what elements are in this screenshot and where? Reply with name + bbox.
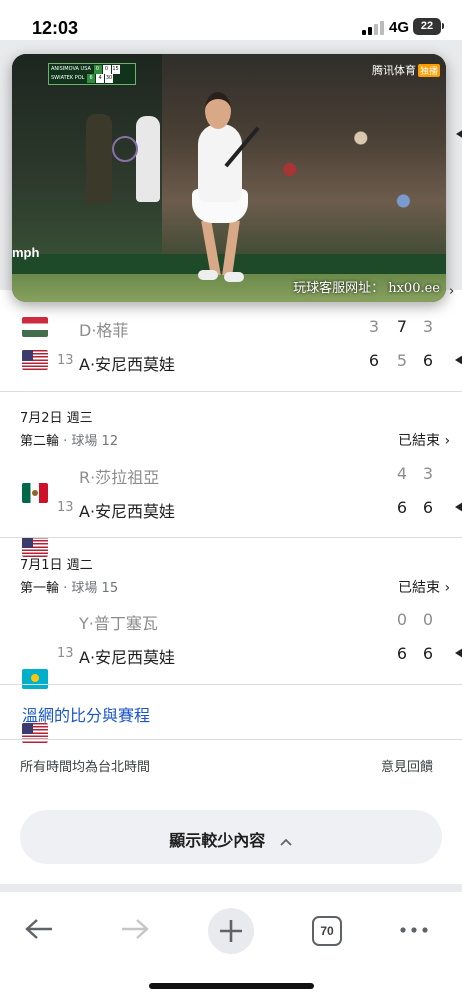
network-type: 4G (389, 19, 410, 36)
player-name: A·安尼西莫娃 (79, 502, 176, 521)
set-score: 6 (422, 498, 434, 517)
match-date: 7月2日 週三 (20, 411, 93, 426)
scoreboard-player: ANISIMOVA USA (51, 66, 91, 72)
match-status-link[interactable]: 已結束 › (398, 430, 450, 450)
set-score: 6 (396, 644, 408, 663)
match-date: 7月1日 週二 (20, 558, 93, 573)
broadcaster-logo: 腾讯体育 独播 (372, 62, 440, 78)
set-score: 0 (396, 610, 408, 629)
arrow-left-icon[interactable] (24, 917, 54, 941)
set-score: 6 (368, 351, 380, 370)
winner-marker-icon (455, 648, 462, 658)
divider (0, 391, 462, 392)
player-seed: 13 (57, 353, 74, 368)
player-name: D·格菲 (79, 321, 129, 340)
show-less-text: 顯示較少內容 (169, 831, 266, 850)
flag-kazakhstan-icon (22, 669, 48, 689)
arrow-right-icon[interactable] (120, 917, 150, 941)
divider (0, 537, 462, 538)
flag-usa-icon (22, 350, 48, 370)
video-line-judge (86, 114, 112, 204)
video-player-shoe (198, 270, 218, 280)
set-score: 3 (422, 464, 434, 483)
court-name: · 球場 15 (63, 581, 119, 596)
court-name: · 球場 12 (63, 434, 119, 449)
set-score: 0 (422, 610, 434, 629)
new-tab-button[interactable] (208, 908, 254, 954)
broadcaster-badge: 独播 (417, 64, 440, 77)
video-scoreboard: ANISIMOVA USA 0 0 15 SWIATEK POL 6 4 30 (48, 63, 136, 85)
show-less-label: 顯示較少內容 (20, 827, 442, 851)
set-score: 3 (422, 317, 434, 336)
status-time: 12:03 (32, 18, 79, 38)
set-score: 3 (368, 317, 380, 336)
flag-mexico-icon (22, 483, 48, 503)
player-name: A·安尼西莫娃 (79, 355, 176, 374)
section-separator (0, 884, 462, 892)
scoreboard-set: 0 (93, 65, 102, 74)
scores-schedule-link[interactable]: 溫網的比分與賽程 (22, 702, 150, 726)
set-score: 7 (396, 317, 408, 336)
video-player-shoe (224, 272, 244, 282)
set-score: 5 (396, 351, 408, 370)
scoreboard-row: SWIATEK POL 6 4 30 (51, 74, 114, 83)
scoreboard-points: 30 (105, 74, 114, 83)
scoreboard-set: 0 (102, 65, 111, 74)
set-score: 6 (396, 498, 408, 517)
winner-marker-icon (455, 502, 462, 512)
feedback-link[interactable]: 意見回饋 (381, 756, 433, 775)
set-score: 4 (396, 464, 408, 483)
chevron-right-icon: › (444, 433, 451, 449)
scoreboard-set: 4 (96, 74, 105, 83)
match-round: 第一輪 · 球場 15 (20, 577, 118, 596)
more-horizontal-icon[interactable] (399, 926, 429, 934)
pip-video-player[interactable]: mph ANISIMOVA USA 0 0 15 SWIATEK POL 6 4 30 … (12, 54, 446, 302)
flag-usa-icon (22, 723, 48, 743)
chevron-up-icon (280, 838, 292, 846)
wimbledon-logo-icon (112, 136, 138, 162)
player-name: Y·普丁塞瓦 (79, 614, 158, 633)
match-status: 已結束 (398, 580, 440, 596)
player-name: R·莎拉祖亞 (79, 468, 160, 487)
chevron-right-icon[interactable]: › (449, 284, 454, 299)
round-name: 第一輪 (20, 581, 60, 596)
video-overlay-text: 玩球客服网址： hx00.ee (293, 281, 440, 296)
battery-icon: 22 (413, 18, 441, 35)
divider (0, 739, 462, 740)
scoreboard-row: ANISIMOVA USA 0 0 15 (51, 65, 120, 74)
scoreboard-player: SWIATEK POL (51, 75, 85, 81)
expand-arrow-icon[interactable] (456, 129, 462, 139)
show-less-button[interactable]: 顯示較少內容 (20, 810, 442, 864)
flag-hungary-icon (22, 317, 48, 337)
scoreboard-set: 6 (87, 74, 96, 83)
set-score: 6 (422, 351, 434, 370)
broadcaster-name: 腾讯体育 (371, 64, 416, 77)
video-player-head (205, 92, 231, 129)
video-player-body (198, 124, 242, 202)
video-ball-person (136, 116, 160, 202)
match-status: 已結束 (398, 433, 440, 449)
player-seed: 13 (57, 500, 74, 515)
set-score: 6 (422, 644, 434, 663)
cellular-signal-icon (362, 21, 384, 35)
scoreboard-points: 15 (111, 65, 120, 74)
tab-switcher-button[interactable]: 70 (312, 916, 342, 946)
chevron-right-icon: › (444, 580, 451, 596)
match-round: 第二輪 · 球場 12 (20, 430, 118, 449)
round-name: 第二輪 (20, 434, 60, 449)
match-status-link[interactable]: 已結束 › (398, 577, 450, 597)
plus-icon (220, 920, 242, 942)
video-sponsor-board: mph (12, 245, 40, 260)
timezone-note: 所有時間均為台北時間 (20, 760, 151, 775)
home-indicator[interactable] (149, 983, 314, 989)
player-seed: 13 (57, 646, 74, 661)
winner-marker-icon (455, 355, 462, 365)
player-name: A·安尼西莫娃 (79, 648, 176, 667)
divider (0, 684, 462, 685)
battery-tip (442, 23, 444, 29)
